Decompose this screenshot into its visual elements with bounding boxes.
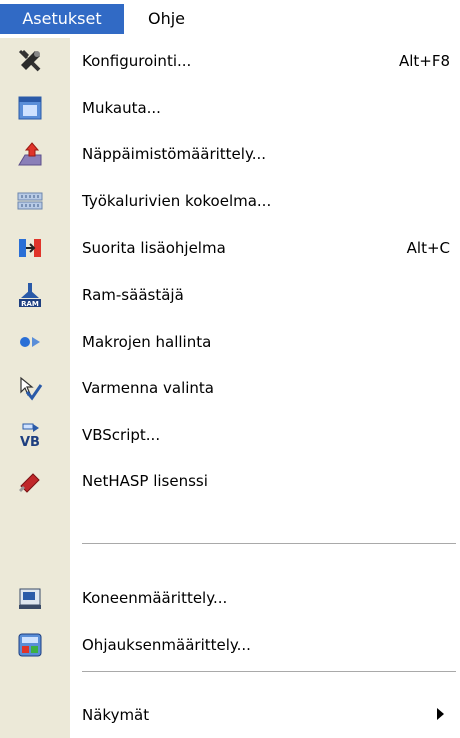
menu-item-label: NetHASP lisenssi [82, 472, 208, 490]
menu-item-label: Ohjauksenmäärittely... [82, 636, 251, 654]
menu-item-label: Työkalurivien kokoelma... [82, 192, 272, 210]
menu-item-nethasp-lisenssi[interactable]: NetHASP lisenssi [0, 458, 460, 504]
menu-item-label: Makrojen hallinta [82, 333, 212, 351]
menu-item-label: Varmenna valinta [82, 379, 214, 397]
submenu-arrow-icon [437, 708, 444, 720]
menu-item-vbscript[interactable]: VB VBScript... [0, 412, 460, 458]
usb-key-icon [16, 467, 44, 495]
menu-item-label: Suorita lisäohjelma [82, 239, 226, 257]
menu-item-ram-saastaja[interactable]: RAM Ram-säästäjä [0, 272, 460, 318]
menu-ohje[interactable]: Ohje [140, 4, 193, 34]
vbscript-icon: VB [16, 421, 44, 449]
menu-separator [82, 671, 456, 673]
menu-item-tyokalurivien-kokoelma[interactable]: Työkalurivien kokoelma... [0, 178, 460, 224]
configure-icon [16, 47, 44, 75]
menu-item-label: Näppäimistömäärittely... [82, 145, 266, 163]
menu-bar: Asetukset Ohje [0, 0, 460, 38]
menu-item-mukauta[interactable]: Mukauta... [0, 85, 460, 131]
macro-icon [16, 328, 44, 356]
svg-text:RAM: RAM [21, 300, 39, 308]
toolbars-icon [16, 187, 44, 215]
menu-item-label: Ram-säästäjä [82, 286, 184, 304]
keyboard-definition-icon [16, 140, 44, 168]
menu-item-nappaimistomaarittely[interactable]: Näppäimistömäärittely... [0, 131, 460, 177]
menu-item-makrojen-hallinta[interactable]: Makrojen hallinta [0, 319, 460, 365]
menu-item-label: Konfigurointi... [82, 52, 192, 70]
menu-item-label: Koneenmäärittely... [82, 589, 228, 607]
menu-separator [82, 543, 456, 545]
svg-text:VB: VB [20, 435, 40, 448]
menu-item-label: VBScript... [82, 426, 161, 444]
menu-item-konfigurointi[interactable]: Konfigurointi... Alt+F8 [0, 38, 460, 84]
shortcut-label: Alt+F8 [398, 52, 450, 70]
machine-definition-icon [16, 584, 44, 612]
control-definition-icon [16, 631, 44, 659]
asetukset-dropdown: Konfigurointi... Alt+F8 Mukauta... Näppä… [0, 38, 460, 738]
menu-item-ohjauksenmaarittely[interactable]: Ohjauksenmäärittely... [0, 622, 460, 668]
ram-saver-icon: RAM [16, 281, 44, 309]
menu-item-varmenna-valinta[interactable]: Varmenna valinta [0, 365, 460, 411]
menu-item-nakymat[interactable]: Näkymät [0, 692, 460, 738]
customize-icon [16, 94, 44, 122]
shortcut-label: Alt+C [406, 239, 450, 257]
run-addon-icon [16, 234, 44, 262]
menu-item-label: Näkymät [82, 706, 150, 724]
menu-item-label: Mukauta... [82, 99, 161, 117]
menu-item-koneenmaarittely[interactable]: Koneenmäärittely... [0, 575, 460, 621]
verify-selection-icon [16, 374, 44, 402]
menu-asetukset[interactable]: Asetukset [0, 4, 124, 34]
menu-item-suorita-lisaohjelma[interactable]: Suorita lisäohjelma Alt+C [0, 225, 460, 271]
